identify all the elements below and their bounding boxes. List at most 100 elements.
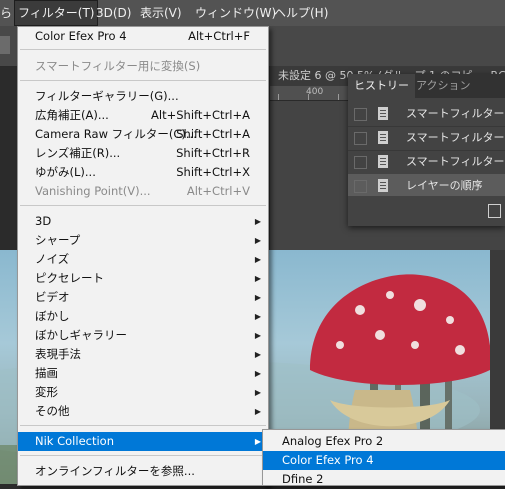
menu-item-label: Camera Raw フィルター(C)...	[35, 127, 197, 141]
history-snapshot-checkbox[interactable]	[354, 180, 367, 193]
menu-item-blur-gallery[interactable]: ぼかしギャラリー ▶	[18, 326, 268, 345]
menu-item-label: Color Efex Pro 4	[35, 29, 127, 43]
submenu-arrow-icon: ▶	[254, 217, 261, 226]
menu-item-label: ノイズ	[35, 252, 70, 266]
history-state-icon	[378, 179, 388, 192]
menu-item-shortcut: Alt+Shift+Ctrl+A	[151, 108, 250, 122]
menu-item-browse-online-filters[interactable]: オンラインフィルターを参照...	[18, 462, 268, 481]
history-item-label: スマートフィルターを作	[406, 155, 505, 168]
tool-preset-button[interactable]	[0, 36, 10, 54]
menu-item-shortcut: Shift+Ctrl+X	[176, 165, 250, 179]
new-document-from-state-icon[interactable]	[488, 204, 501, 218]
filter-menu: Color Efex Pro 4 Alt+Ctrl+F スマートフィルター用に変…	[17, 26, 269, 486]
menu-item-sharpen[interactable]: シャープ ▶	[18, 231, 268, 250]
menu-item-label: Dfine 2	[282, 472, 324, 486]
submenu-item-color-efex[interactable]: Color Efex Pro 4	[263, 451, 505, 470]
submenu-arrow-icon: ▶	[254, 312, 261, 321]
history-state-icon	[378, 155, 388, 168]
menu-window[interactable]: ウィンドウ(W)	[191, 0, 280, 26]
history-item-label: スマートフィルターを編	[406, 131, 505, 144]
submenu-arrow-icon: ▶	[254, 274, 261, 283]
menu-item-label: 表現手法	[35, 347, 81, 361]
menu-item-nik-collection[interactable]: Nik Collection ▶	[18, 432, 268, 451]
submenu-arrow-icon: ▶	[254, 236, 261, 245]
menu-item-label: 描画	[35, 366, 58, 380]
submenu-arrow-icon: ▶	[254, 331, 261, 340]
history-item[interactable]: スマートフィルターを編	[348, 126, 505, 151]
submenu-item-dfine[interactable]: Dfine 2	[263, 470, 505, 489]
submenu-arrow-icon: ▶	[254, 293, 261, 302]
menu-item-label: Analog Efex Pro 2	[282, 434, 384, 448]
menu-item-label: オンラインフィルターを参照...	[35, 464, 195, 478]
submenu-arrow-icon: ▶	[254, 369, 261, 378]
menu-item-last-filter[interactable]: Color Efex Pro 4 Alt+Ctrl+F	[18, 27, 268, 46]
submenu-arrow-icon: ▶	[254, 350, 261, 359]
menu-help[interactable]: ヘルプ(H)	[270, 0, 332, 26]
ruler-label: 400	[306, 87, 324, 97]
menu-item-lens-correction[interactable]: レンズ補正(R)... Shift+Ctrl+R	[18, 144, 268, 163]
menu-separator	[20, 425, 266, 426]
history-snapshot-checkbox[interactable]	[354, 108, 367, 121]
menu-item-render[interactable]: 描画 ▶	[18, 364, 268, 383]
history-panel: ヒストリー アクション スマートフィルターを作 スマートフィルターを編 スマート…	[348, 74, 505, 226]
menu-item-label: シャープ	[35, 233, 81, 247]
menu-item-label: Color Efex Pro 4	[282, 453, 374, 467]
menu-item-blur[interactable]: ぼかし ▶	[18, 307, 268, 326]
history-item-label: レイヤーの順序	[406, 179, 483, 192]
menu-item-video[interactable]: ビデオ ▶	[18, 288, 268, 307]
menu-item-3d[interactable]: 3D ▶	[18, 212, 268, 231]
menu-item-label: Vanishing Point(V)...	[35, 184, 151, 198]
menu-bar-item-truncated[interactable]: ら	[0, 0, 12, 26]
menu-item-label: その他	[35, 404, 70, 418]
menu-item-shortcut: Shift+Ctrl+A	[176, 127, 250, 141]
menu-item-label: レンズ補正(R)...	[35, 146, 121, 160]
menu-item-vanishing-point: Vanishing Point(V)... Alt+Ctrl+V	[18, 182, 268, 201]
menu-separator	[20, 205, 266, 206]
history-state-icon	[378, 107, 388, 120]
menu-item-liquify[interactable]: ゆがみ(L)... Shift+Ctrl+X	[18, 163, 268, 182]
menu-item-distort[interactable]: 変形 ▶	[18, 383, 268, 402]
menu-item-camera-raw[interactable]: Camera Raw フィルター(C)... Shift+Ctrl+A	[18, 125, 268, 144]
menu-item-label: スマートフィルター用に変換(S)	[35, 59, 201, 73]
submenu-arrow-icon: ▶	[254, 388, 261, 397]
tab-history[interactable]: ヒストリー	[348, 74, 415, 98]
history-item[interactable]: スマートフィルターを作	[348, 102, 505, 127]
history-state-icon	[378, 131, 388, 144]
menu-item-convert-smart-filter: スマートフィルター用に変換(S)	[18, 57, 268, 76]
history-snapshot-checkbox[interactable]	[354, 132, 367, 145]
menu-item-label: ビデオ	[35, 290, 70, 304]
menu-item-label: ゆがみ(L)...	[35, 165, 96, 179]
menu-item-label: ぼかし	[35, 309, 70, 323]
menu-item-shortcut: Shift+Ctrl+R	[176, 146, 250, 160]
history-panel-tabs: ヒストリー アクション	[348, 74, 505, 98]
menu-item-shortcut: Alt+Ctrl+V	[186, 184, 250, 198]
menu-item-adaptive-wide-angle[interactable]: 広角補正(A)... Alt+Shift+Ctrl+A	[18, 106, 268, 125]
submenu-item-analog-efex[interactable]: Analog Efex Pro 2	[263, 432, 505, 451]
menu-item-label: フィルターギャラリー(G)...	[35, 89, 179, 103]
history-snapshot-checkbox[interactable]	[354, 156, 367, 169]
history-panel-footer	[348, 196, 505, 226]
menu-item-pixelate[interactable]: ピクセレート ▶	[18, 269, 268, 288]
menu-separator	[20, 80, 266, 81]
menu-separator	[20, 49, 266, 50]
history-item[interactable]: スマートフィルターを作	[348, 150, 505, 175]
menu-item-noise[interactable]: ノイズ ▶	[18, 250, 268, 269]
menu-item-label: 変形	[35, 385, 58, 399]
menu-item-label: 広角補正(A)...	[35, 108, 109, 122]
submenu-arrow-icon: ▶	[254, 255, 261, 264]
menu-3d[interactable]: 3D(D)	[92, 0, 135, 26]
menu-item-other[interactable]: その他 ▶	[18, 402, 268, 421]
menu-item-label: ピクセレート	[35, 271, 104, 285]
menu-item-shortcut: Alt+Ctrl+F	[188, 29, 250, 43]
submenu-arrow-icon: ▶	[254, 407, 261, 416]
menu-item-filter-gallery[interactable]: フィルターギャラリー(G)...	[18, 87, 268, 106]
tab-actions[interactable]: アクション	[410, 74, 476, 98]
menu-item-label: Nik Collection	[35, 434, 114, 448]
menu-bar: ら フィルター(T) 3D(D) 表示(V) ウィンドウ(W) ヘルプ(H)	[0, 0, 505, 26]
nik-collection-submenu: Analog Efex Pro 2 Color Efex Pro 4 Dfine…	[262, 429, 505, 486]
submenu-arrow-icon: ▶	[254, 437, 261, 446]
menu-filter[interactable]: フィルター(T)	[14, 0, 99, 26]
menu-item-label: ぼかしギャラリー	[35, 328, 127, 342]
menu-item-stylize[interactable]: 表現手法 ▶	[18, 345, 268, 364]
menu-view[interactable]: 表示(V)	[136, 0, 186, 26]
